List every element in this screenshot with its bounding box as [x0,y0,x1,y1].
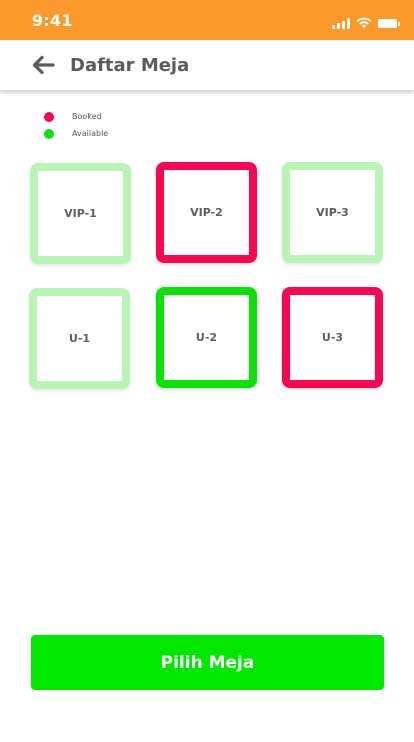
table-inner: U-2 [164,295,249,380]
legend-item-booked: Booked [44,108,108,125]
legend-item-available: Available [44,125,108,142]
table-vip-2[interactable]: VIP-2 [156,162,257,263]
table-label: U-2 [195,331,218,344]
pilih-meja-button[interactable]: Pilih Meja [31,635,384,690]
legend-label: Booked [72,112,102,121]
table-label: U-3 [321,331,344,344]
legend-dot-booked [44,111,54,122]
table-vip-1[interactable]: VIP-1 [30,163,131,264]
legend-label: Available [72,129,109,138]
status-time: 9:41 [32,11,73,30]
status-bar: 9:41 [0,0,414,40]
app-bar: Daftar Meja [0,40,414,90]
table-u-3[interactable]: U-3 [282,287,383,388]
table-inner: U-3 [290,295,375,380]
table-u-2[interactable]: U-2 [156,287,257,388]
table-u-1[interactable]: U-1 [29,288,130,389]
signal-icon [332,18,350,29]
back-arrow-icon [32,55,55,75]
legend: Booked Available [44,108,108,142]
table-label: VIP-1 [64,207,97,220]
table-vip-3[interactable]: VIP-3 [282,162,383,263]
table-label: U-1 [68,332,91,345]
status-icons [332,14,400,33]
legend-dot-available [44,128,54,139]
table-inner: VIP-1 [38,171,123,256]
table-inner: VIP-3 [290,170,375,255]
page-title: Daftar Meja [70,55,190,76]
table-label: VIP-3 [316,206,349,219]
table-inner: VIP-2 [164,170,249,255]
table-inner: U-1 [37,296,122,381]
battery-icon [378,19,400,28]
table-label: VIP-2 [190,206,223,219]
back-button[interactable] [30,52,56,78]
wifi-icon [356,14,372,33]
